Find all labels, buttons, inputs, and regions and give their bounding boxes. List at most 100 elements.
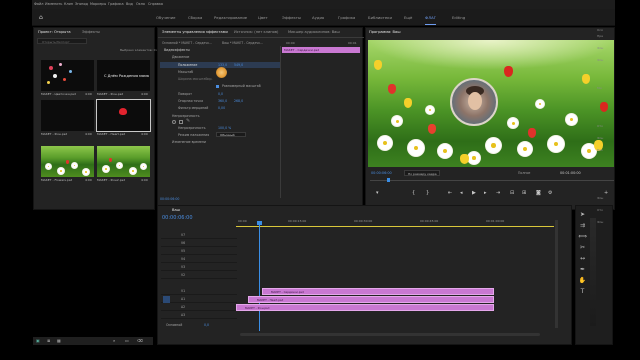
timeline-tab[interactable]: Ваш (172, 208, 180, 212)
camera-icon[interactable]: ◙ (536, 190, 541, 196)
menu-file[interactable]: Файл (34, 2, 43, 6)
ws-audio[interactable]: Аудио (312, 15, 324, 20)
ws-learning[interactable]: Обучение (156, 15, 175, 20)
track-v3[interactable]: V3 (181, 265, 185, 269)
project-thumb-meadow2[interactable] (97, 146, 150, 177)
tab-source[interactable]: Источник: (нет клипов) (234, 30, 278, 34)
tab-audio-mixer[interactable]: Микшер аудиоклипов: Ваш (288, 30, 340, 34)
ws-effects[interactable]: Эффекты (282, 15, 301, 20)
menu-clip[interactable]: Клип (64, 2, 73, 6)
right-label[interactable]: Фон (597, 136, 603, 140)
rect-mask-icon[interactable] (179, 120, 183, 124)
marker-icon[interactable]: ▾ (376, 190, 379, 196)
playhead-handle[interactable] (257, 221, 262, 225)
right-label[interactable]: Ося (597, 28, 603, 32)
track-select-icon[interactable]: ⇉ (578, 221, 587, 230)
menu-view[interactable]: Вид (126, 2, 133, 6)
program-timecode[interactable]: 00:00:06:00 (371, 171, 392, 175)
right-label[interactable]: Пра (597, 34, 603, 38)
timeline-horizontal-scrollbar[interactable] (240, 333, 540, 336)
project-search-input[interactable]: Открыть/Экспорт (37, 38, 87, 44)
slip-icon[interactable]: ↔ (578, 254, 587, 263)
track-v4[interactable]: V4 (181, 257, 185, 261)
mark-out-icon[interactable]: } (426, 190, 429, 196)
track-v2[interactable]: V2 (181, 273, 185, 277)
ws-editing[interactable]: Редактирование (214, 15, 247, 20)
insert-icon[interactable]: ⊟ (510, 190, 514, 196)
menu-markers[interactable]: Маркеры (90, 2, 106, 6)
menu-sequence[interactable]: Эпизод (75, 2, 88, 6)
search-icon[interactable]: ⌕ (113, 338, 115, 343)
tab-project[interactable]: Проект: Открыта (38, 30, 71, 34)
step-back-icon[interactable]: ◂ (460, 190, 463, 196)
menu-edit[interactable]: Изменить (45, 2, 62, 6)
right-label[interactable]: Ото (597, 208, 603, 212)
track-v6[interactable]: V6 (181, 241, 185, 245)
uniform-scale-checkbox[interactable] (216, 85, 219, 88)
ec-time-remap[interactable]: Изменение времени (172, 140, 206, 144)
master-track-value[interactable]: 0,0 (204, 323, 209, 327)
list-view-icon[interactable]: ≣ (47, 338, 50, 343)
project-thumb-flowers[interactable] (41, 60, 94, 91)
ws-more[interactable]: Ещё (404, 15, 412, 20)
program-playhead[interactable] (387, 178, 390, 182)
menu-graphics[interactable]: Графика (108, 2, 124, 6)
tab-effect-controls[interactable]: Элементы управления эффектами (162, 30, 228, 34)
timeline-playhead[interactable] (259, 221, 260, 331)
pen-icon[interactable]: ✎ (186, 119, 190, 124)
ec-sequence-name[interactable]: Ваш * МАКЕТ - Сердечк... (222, 41, 263, 45)
clip-background[interactable]: МАКЕТ - Фон.psd (236, 304, 494, 311)
delete-icon[interactable]: ⌫ (137, 338, 143, 343)
blend-mode-select[interactable]: Обычный (216, 132, 246, 137)
right-label[interactable]: Фон (597, 46, 603, 50)
mark-in-icon[interactable]: { (412, 190, 415, 196)
ripple-edit-icon[interactable]: ⟺ (578, 232, 587, 241)
settings-icon[interactable]: ⚙ (548, 190, 552, 196)
right-label[interactable]: Фон (597, 58, 603, 62)
tab-effects[interactable]: Эффекты (82, 30, 100, 34)
project-thumb-text[interactable]: С Днём Рождения мама (97, 60, 150, 91)
ec-anchor-x[interactable]: 360,0 (218, 99, 227, 103)
program-scrubber[interactable] (370, 180, 614, 181)
track-a3[interactable]: A3 (181, 313, 185, 317)
ec-rotation-value[interactable]: 0,0 (218, 92, 223, 96)
right-label[interactable]: Вио (597, 148, 603, 152)
menu-help[interactable]: Справка (148, 2, 163, 6)
track-a2[interactable]: A2 (181, 305, 185, 309)
lock-icon[interactable]: ▣ (36, 338, 40, 343)
ws-graphics[interactable]: Графика (338, 15, 355, 20)
pen-tool-icon[interactable]: ✒ (578, 265, 587, 274)
ec-source-name[interactable]: Основной * МАКЕТ - Сердечк... (162, 41, 212, 45)
ws-color[interactable]: Цвет (258, 15, 268, 20)
new-bin-icon[interactable]: ▭ (125, 338, 129, 343)
ec-position-y[interactable]: 549,0 (234, 63, 243, 67)
icon-view-icon[interactable]: ▦ (57, 338, 61, 343)
timeline-timecode[interactable]: 00:00:06:00 (162, 215, 193, 221)
play-icon[interactable]: ▶ (472, 190, 476, 196)
project-thumb-dark[interactable] (41, 100, 94, 131)
type-tool-icon[interactable]: T (578, 287, 587, 296)
ellipse-mask-icon[interactable] (172, 120, 176, 124)
ec-timecode[interactable]: 00:00:06:00 (160, 197, 179, 201)
hand-tool-icon[interactable]: ✋ (578, 276, 587, 285)
fit-select[interactable]: По размеру кадра (404, 170, 440, 176)
quality-select[interactable]: Полное (518, 171, 530, 175)
ws-flag[interactable]: ФЛАГ (425, 15, 437, 25)
selection-tool-icon[interactable]: ➤ (578, 210, 587, 219)
go-to-out-icon[interactable]: ⇥ (496, 190, 500, 196)
ws-assembly[interactable]: Сборка (188, 15, 202, 20)
ec-flicker-value[interactable]: 0,00 (218, 106, 225, 110)
track-v1[interactable]: V1 (181, 289, 185, 293)
clip-hearts[interactable]: МАКЕТ - Сердечки.psd (262, 288, 494, 295)
step-forward-icon[interactable]: ▸ (484, 190, 487, 196)
timeline-vertical-scrollbar[interactable] (555, 220, 558, 328)
program-video-frame[interactable] (368, 40, 614, 167)
ws-editing2[interactable]: Editing (452, 15, 465, 20)
clip-heart[interactable]: МАКЕТ - Heart.psd (248, 296, 494, 303)
home-icon[interactable]: ⌂ (39, 15, 45, 21)
ec-fx-motion[interactable]: Движение (172, 55, 189, 59)
add-button-icon[interactable]: + (604, 190, 608, 196)
right-label[interactable]: Ото (597, 124, 603, 128)
v1-source-target[interactable] (163, 296, 170, 303)
ec-opacity-value[interactable]: 100,0 % (218, 126, 231, 130)
